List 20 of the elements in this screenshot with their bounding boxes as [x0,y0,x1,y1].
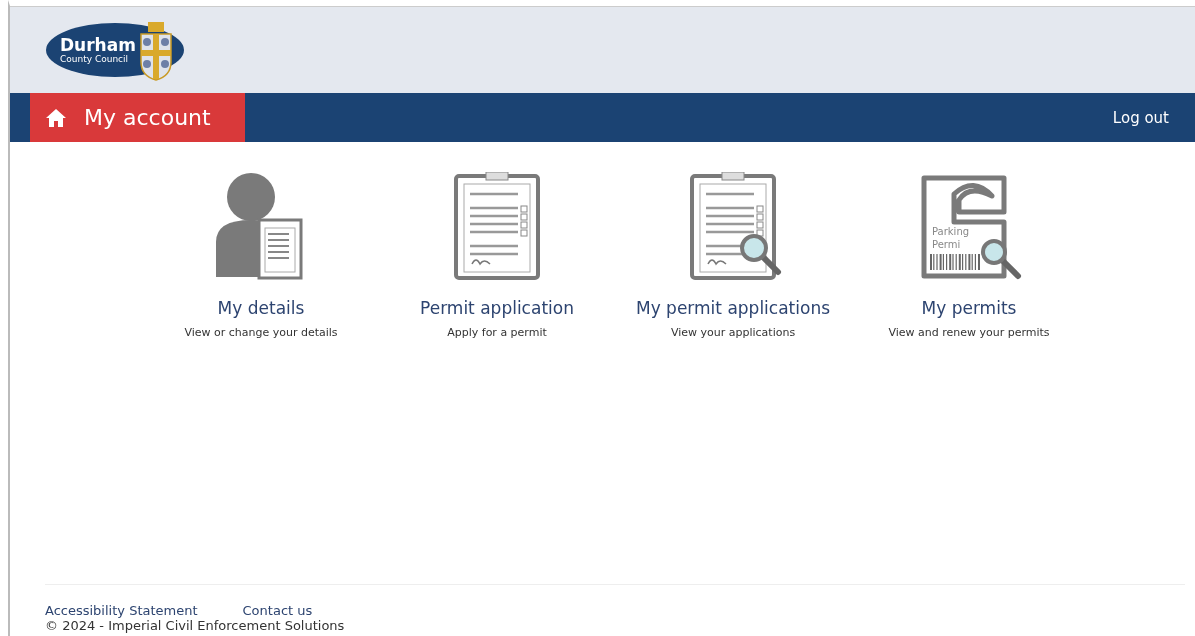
my-account-title: My account [84,105,211,130]
logo-name: Durham [60,36,136,54]
tile-title-link[interactable]: My permit applications [635,298,831,318]
logo-subtitle: County Council [60,54,130,64]
footer-link[interactable]: Contact us [242,603,313,618]
copyright-text: © 2024 - Imperial Civil Enforcement Solutions [45,618,346,634]
log-out-link[interactable]: Log out [1112,108,1169,127]
tile-description: View your applications [670,326,796,339]
my-account-tab[interactable]: My account [30,93,245,142]
permit-label: Permi [932,239,961,250]
footer-link[interactable]: Accessibility Statement [45,603,198,618]
tile-title-link[interactable]: My details [217,298,305,318]
tile-description: View and renew your permits [888,326,1050,339]
tile-description: View or change your details [184,326,338,339]
tile-description: Apply for a permit [447,326,547,339]
permit-label: Parking [932,226,970,237]
home-icon [46,108,66,127]
crest-icon [137,22,174,82]
tile-title-link[interactable]: Permit application [420,298,574,318]
tile-title-link[interactable]: My permits [921,298,1017,318]
